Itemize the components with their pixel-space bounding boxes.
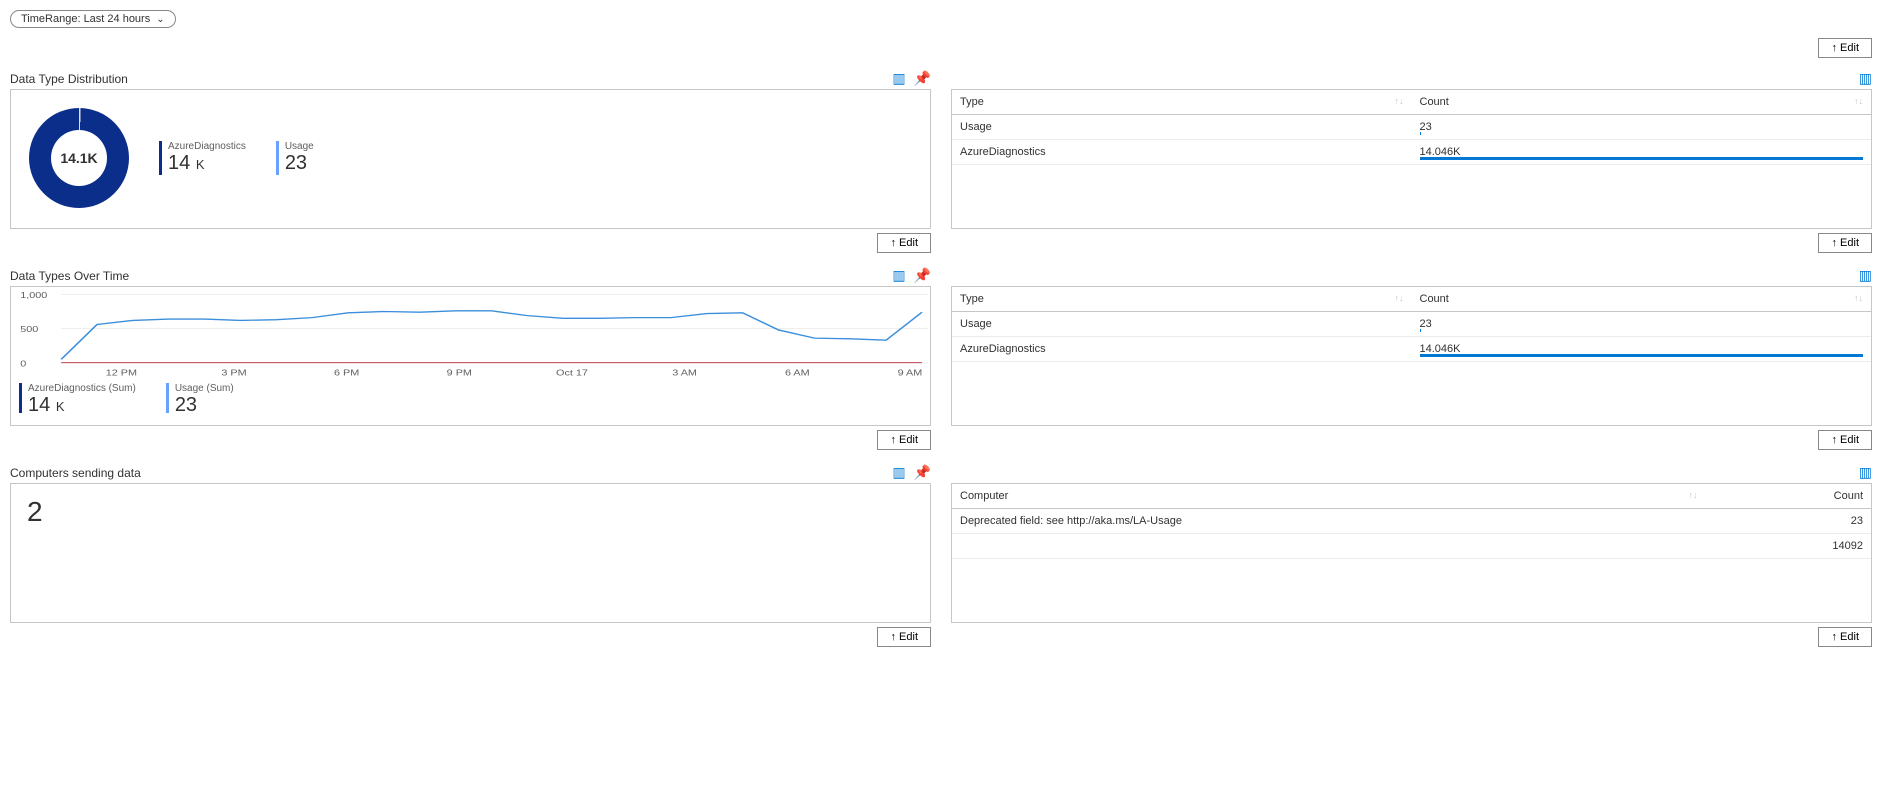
svg-text:9 AM: 9 AM — [898, 369, 923, 378]
log-analytics-icon[interactable]: ▥ — [1859, 464, 1872, 481]
panel-distribution-table: ▥ Type↑↓ Count↑↓ Usage23AzureDiagnostics… — [951, 66, 1872, 253]
table-type-count: Type↑↓ Count↑↓ Usage23AzureDiagnostics14… — [952, 287, 1871, 362]
legend-item-azurediagnostics-sum: AzureDiagnostics (Sum) 14 K — [19, 383, 136, 417]
svg-text:9 PM: 9 PM — [447, 369, 472, 378]
log-analytics-icon[interactable]: ▥ — [892, 70, 905, 87]
table-row[interactable]: AzureDiagnostics14.046K — [952, 140, 1871, 165]
donut-chart: 14.1K — [29, 108, 129, 208]
pin-icon[interactable]: 📌 — [914, 464, 931, 481]
panel-title: Computers sending data — [10, 466, 141, 480]
computers-count: 2 — [19, 492, 922, 532]
edit-button[interactable]: ↑ Edit — [1818, 627, 1872, 647]
log-analytics-icon[interactable]: ▥ — [1859, 267, 1872, 284]
pin-icon[interactable]: 📌 — [914, 267, 931, 284]
table-row[interactable]: Deprecated field: see http://aka.ms/LA-U… — [952, 509, 1871, 534]
panel-title: Data Type Distribution — [10, 72, 128, 86]
chevron-down-icon: ⌄ — [156, 14, 164, 25]
panel-computers-table: ▥ Computer↑↓ Count↑↓ Deprecated field: s… — [951, 460, 1872, 647]
table-row[interactable]: AzureDiagnostics14.046K — [952, 337, 1871, 362]
sort-icon[interactable]: ↑↓ — [1854, 293, 1863, 303]
sort-icon[interactable]: ↑↓ — [1395, 293, 1404, 303]
sort-icon[interactable]: ↑↓ — [1854, 96, 1863, 106]
edit-button[interactable]: ↑ Edit — [1818, 233, 1872, 253]
legend-item-azurediagnostics: AzureDiagnostics 14 K — [159, 141, 246, 175]
svg-text:3 AM: 3 AM — [672, 369, 697, 378]
panel-title: Data Types Over Time — [10, 269, 129, 283]
svg-text:0: 0 — [20, 360, 26, 369]
line-chart: 1,000 500 0 12 PM 3 PM 6 PM 9 PM Oct 17 3 AM 6… — [13, 289, 928, 379]
sort-icon[interactable]: ↑↓ — [1395, 96, 1404, 106]
sort-icon[interactable]: ↑↓ — [1854, 490, 1863, 500]
legend-item-usage: Usage 23 — [276, 141, 314, 175]
timerange-filter-pill[interactable]: TimeRange: Last 24 hours ⌄ — [10, 10, 176, 28]
svg-text:12 PM: 12 PM — [106, 369, 137, 378]
edit-button[interactable]: ↑ Edit — [877, 430, 931, 450]
timerange-filter-label: TimeRange: Last 24 hours — [21, 13, 150, 25]
panel-data-type-distribution: Data Type Distribution ▥ 📌 14.1K AzureDi… — [10, 66, 931, 253]
table-row[interactable]: Usage23 — [952, 115, 1871, 140]
log-analytics-icon[interactable]: ▥ — [892, 267, 905, 284]
svg-text:6 PM: 6 PM — [334, 369, 359, 378]
table-type-count: Type↑↓ Count↑↓ Usage23AzureDiagnostics14… — [952, 90, 1871, 165]
panel-computers-sending-data: Computers sending data ▥ 📌 2 ↑ Edit — [10, 460, 931, 647]
edit-button-top[interactable]: ↑ Edit — [1818, 38, 1872, 58]
edit-button[interactable]: ↑ Edit — [1818, 430, 1872, 450]
svg-text:6 AM: 6 AM — [785, 369, 810, 378]
svg-text:Oct 17: Oct 17 — [556, 369, 588, 378]
panel-overtime-table: ▥ Type↑↓ Count↑↓ Usage23AzureDiagnostics… — [951, 263, 1872, 450]
table-row[interactable]: Usage23 — [952, 312, 1871, 337]
svg-text:500: 500 — [20, 325, 38, 334]
sort-icon[interactable]: ↑↓ — [1689, 490, 1698, 500]
svg-text:1,000: 1,000 — [20, 291, 47, 300]
log-analytics-icon[interactable]: ▥ — [892, 464, 905, 481]
table-row[interactable]: 14092 — [952, 534, 1871, 559]
donut-total: 14.1K — [60, 150, 97, 166]
panel-data-types-over-time: Data Types Over Time ▥ 📌 1,000 500 0 12 … — [10, 263, 931, 450]
log-analytics-icon[interactable]: ▥ — [1859, 70, 1872, 87]
edit-button[interactable]: ↑ Edit — [877, 627, 931, 647]
legend-item-usage-sum: Usage (Sum) 23 — [166, 383, 234, 417]
table-computer-count: Computer↑↓ Count↑↓ Deprecated field: see… — [952, 484, 1871, 559]
edit-button[interactable]: ↑ Edit — [877, 233, 931, 253]
pin-icon[interactable]: 📌 — [914, 70, 931, 87]
svg-text:3 PM: 3 PM — [221, 369, 246, 378]
